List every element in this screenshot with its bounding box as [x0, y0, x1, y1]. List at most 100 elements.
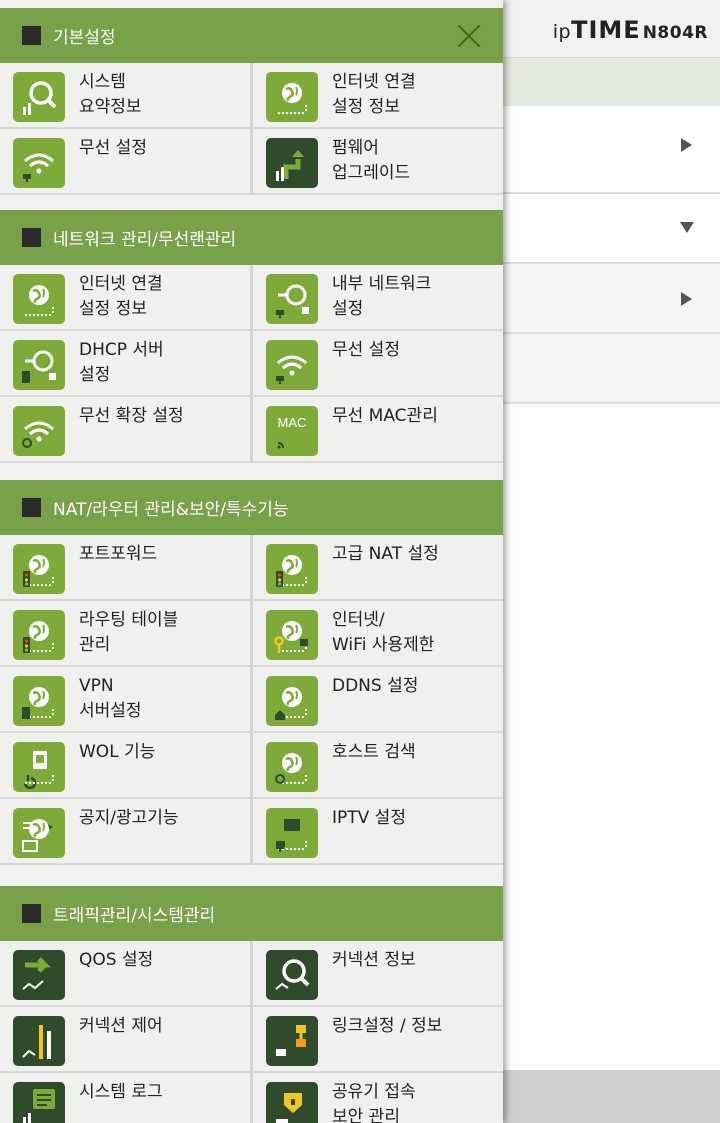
expand-arrow-icon[interactable]: [681, 138, 692, 152]
menu-grid: 인터넷 연결 설정 정보 내부 네트워크 설정 DHCP 서버 설정 무선 설정무선 …: [0, 265, 503, 477]
menu-item-label: 커넥션 정보: [332, 950, 416, 970]
internet-restrict-icon: [266, 610, 318, 660]
wifi-settings-icon: [13, 138, 65, 188]
menu-item[interactable]: DHCP 서버 설정: [0, 331, 250, 397]
router-access-security-icon: [266, 1082, 318, 1123]
notice-ad-icon: [13, 808, 65, 858]
expand-arrow-icon[interactable]: [681, 292, 692, 306]
wifi-settings-icon: [266, 340, 318, 390]
menu-item-label: 무선 설정: [332, 340, 400, 360]
system-summary-icon: [13, 72, 65, 122]
ddns-icon: [266, 676, 318, 726]
dhcp-server-icon: [13, 340, 65, 390]
menu-item[interactable]: 펌웨어 업그레이드: [253, 129, 503, 195]
menu-item-label: QOS 설정: [79, 950, 154, 970]
internet-connection-icon: [266, 72, 318, 122]
section-header: 네트워크 관리/무선랜관리: [0, 210, 503, 265]
internal-network-icon: [266, 274, 318, 324]
menu-item-label: DDNS 설정: [332, 676, 419, 696]
menu-item[interactable]: VPN 서버설정: [0, 667, 250, 733]
menu-item[interactable]: 링크설정 / 정보: [253, 1007, 503, 1073]
menu-item-label: 공지/광고기능: [79, 808, 179, 828]
menu-item[interactable]: IPTV 설정: [253, 799, 503, 865]
menu-item-label: DHCP 서버 설정: [79, 340, 164, 385]
routing-table-icon: [13, 610, 65, 660]
section-nat-router: NAT/라우터 관리&보안/특수기능 포트포워드 고급 NAT 설정라우팅 테이블…: [0, 480, 503, 879]
section-header: 트래픽관리/시스템관리: [0, 886, 503, 941]
menu-item-label: 시스템 요약정보: [79, 72, 142, 117]
wifi-extend-icon: [13, 406, 65, 456]
menu-item[interactable]: 무선 설정: [0, 129, 250, 195]
menu-item[interactable]: 인터넷 연결 설정 정보: [253, 63, 503, 129]
section-title: 기본설정: [53, 28, 116, 48]
square-bullet-icon: [22, 228, 41, 247]
menu-item[interactable]: 인터넷 연결 설정 정보: [0, 265, 250, 331]
section-title: 네트워크 관리/무선랜관리: [53, 230, 237, 250]
menu-item-label: 호스트 검색: [332, 742, 416, 762]
menu-item-label: 무선 MAC관리: [332, 406, 438, 426]
collapse-arrow-icon[interactable]: [680, 222, 694, 233]
menu-item-label: WOL 기능: [79, 742, 156, 762]
section-header: NAT/라우터 관리&보안/특수기능: [0, 480, 503, 535]
menu-item[interactable]: 공지/광고기능: [0, 799, 250, 865]
menu-item[interactable]: QOS 설정: [0, 941, 250, 1007]
menu-item-label: 링크설정 / 정보: [332, 1016, 443, 1036]
wol-icon: [13, 742, 65, 792]
section-traffic-system: 트래픽관리/시스템관리 QOS 설정 커넥션 정보커넥션 제어 링크설정 / 정보시…: [0, 886, 503, 1123]
menu-item-label: IPTV 설정: [332, 808, 406, 828]
port-forward-icon: [13, 544, 65, 594]
square-bullet-icon: [22, 26, 41, 45]
section-spacer: [0, 195, 503, 209]
host-search-icon: [266, 742, 318, 792]
firmware-upgrade-icon: [266, 138, 318, 188]
menu-item[interactable]: 호스트 검색: [253, 733, 503, 799]
menu-item[interactable]: 시스템 로그: [0, 1073, 250, 1123]
section-title: NAT/라우터 관리&보안/특수기능: [53, 500, 289, 520]
menu-item-label: 펌웨어 업그레이드: [332, 138, 411, 183]
iptv-icon: [266, 808, 318, 858]
menu-item-label: 커넥션 제어: [79, 1016, 163, 1036]
menu-item[interactable]: 무선 설정: [253, 331, 503, 397]
section-basic-settings: 기본설정 시스템 요약정보 인터넷 연결 설정 정보무선 설정 펌웨어 업그레이드: [0, 8, 503, 209]
navigation-drawer: 기본설정 시스템 요약정보 인터넷 연결 설정 정보 무선 설정 펌웨어 업그레이드 …: [0, 0, 503, 1123]
menu-grid: 포트포워드 고급 NAT 설정라우팅 테이블 관리 인터넷/ WiFi 사용제한 VP…: [0, 535, 503, 879]
section-title: 트래픽관리/시스템관리: [53, 906, 216, 926]
menu-item[interactable]: 공유기 접속 보안 관리: [253, 1073, 503, 1123]
link-settings-icon: [266, 1016, 318, 1066]
advanced-nat-icon: [266, 544, 318, 594]
menu-item[interactable]: 무선 확장 설정: [0, 397, 250, 463]
menu-grid: QOS 설정 커넥션 정보커넥션 제어 링크설정 / 정보시스템 로그 공유기 접속 …: [0, 941, 503, 1123]
svg-text:MAC: MAC: [278, 415, 307, 430]
vpn-server-icon: [13, 676, 65, 726]
section-header: 기본설정: [0, 8, 503, 63]
menu-item[interactable]: 인터넷/ WiFi 사용제한: [253, 601, 503, 667]
section-spacer: [0, 463, 503, 477]
square-bullet-icon: [22, 498, 41, 517]
menu-item-label: 고급 NAT 설정: [332, 544, 439, 564]
menu-item-label: 라우팅 테이블 관리: [79, 610, 179, 655]
menu-item-label: 무선 설정: [79, 138, 147, 158]
menu-item[interactable]: MAC 무선 MAC관리: [253, 397, 503, 463]
menu-item[interactable]: 커넥션 제어: [0, 1007, 250, 1073]
section-network-management: 네트워크 관리/무선랜관리 인터넷 연결 설정 정보 내부 네트워크 설정 DHCP…: [0, 210, 503, 477]
menu-item[interactable]: 내부 네트워크 설정: [253, 265, 503, 331]
menu-item[interactable]: 라우팅 테이블 관리: [0, 601, 250, 667]
connection-info-icon: [266, 950, 318, 1000]
menu-item[interactable]: WOL 기능: [0, 733, 250, 799]
menu-item[interactable]: 고급 NAT 설정: [253, 535, 503, 601]
menu-item[interactable]: 포트포워드: [0, 535, 250, 601]
menu-item[interactable]: 커넥션 정보: [253, 941, 503, 1007]
menu-item-label: 무선 확장 설정: [79, 406, 184, 426]
iptime-logo: ipTIME N804R: [552, 16, 708, 44]
menu-item[interactable]: 시스템 요약정보: [0, 63, 250, 129]
menu-item-label: 인터넷 연결 설정 정보: [79, 274, 163, 319]
menu-grid: 시스템 요약정보 인터넷 연결 설정 정보무선 설정 펌웨어 업그레이드: [0, 63, 503, 209]
section-spacer: [0, 865, 503, 879]
menu-item[interactable]: DDNS 설정: [253, 667, 503, 733]
close-icon[interactable]: [457, 24, 481, 48]
connection-control-icon: [13, 1016, 65, 1066]
menu-item-label: 포트포워드: [79, 544, 158, 564]
system-log-icon: [13, 1082, 65, 1123]
menu-item-label: 인터넷/ WiFi 사용제한: [332, 610, 435, 655]
menu-item-label: VPN 서버설정: [79, 676, 142, 721]
